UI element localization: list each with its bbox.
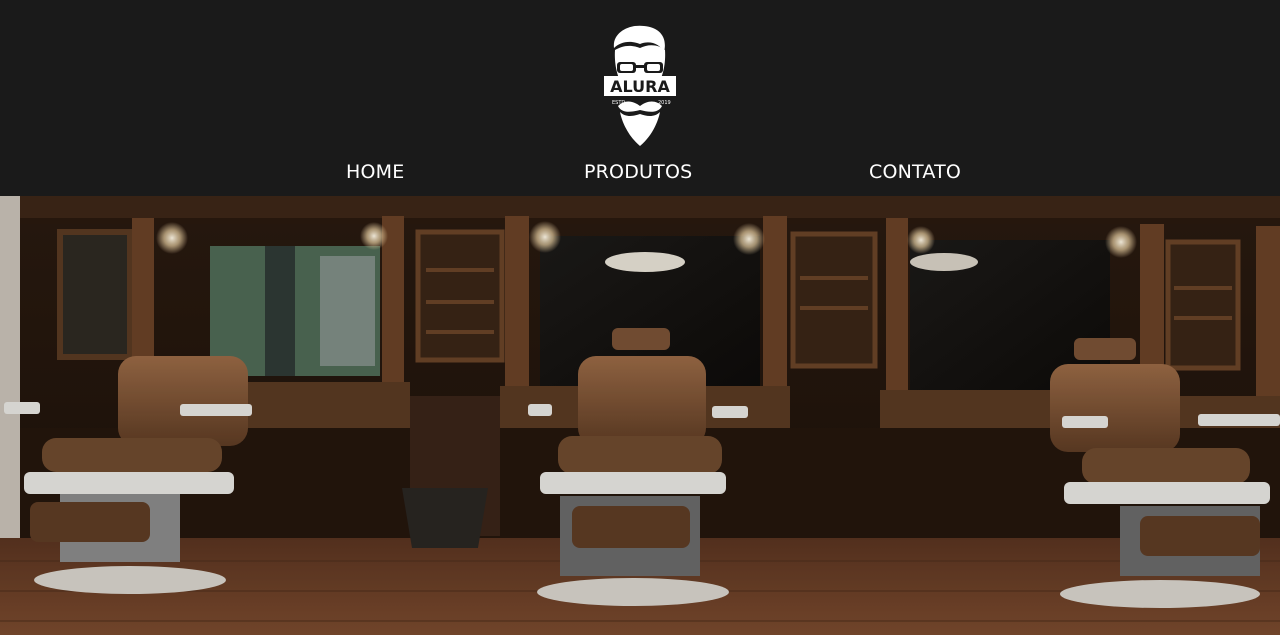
barbershop-interior-illustration	[0, 196, 1280, 635]
logo-est-text: ESTD	[612, 100, 625, 106]
site-header: ALURA ESTD 2019 HOME PRODUTOS CONTATO	[0, 0, 1280, 196]
logo-year-text: 2019	[658, 100, 671, 106]
alura-logo[interactable]: ALURA ESTD 2019	[600, 22, 680, 150]
nav-produtos[interactable]: PRODUTOS	[584, 158, 692, 186]
nav-contato[interactable]: CONTATO	[869, 158, 961, 186]
nav-home[interactable]: HOME	[346, 158, 404, 186]
hero-barbershop-image	[0, 196, 1280, 635]
main-nav: HOME PRODUTOS CONTATO	[0, 158, 1280, 186]
logo-brand-text: ALURA	[610, 77, 670, 96]
